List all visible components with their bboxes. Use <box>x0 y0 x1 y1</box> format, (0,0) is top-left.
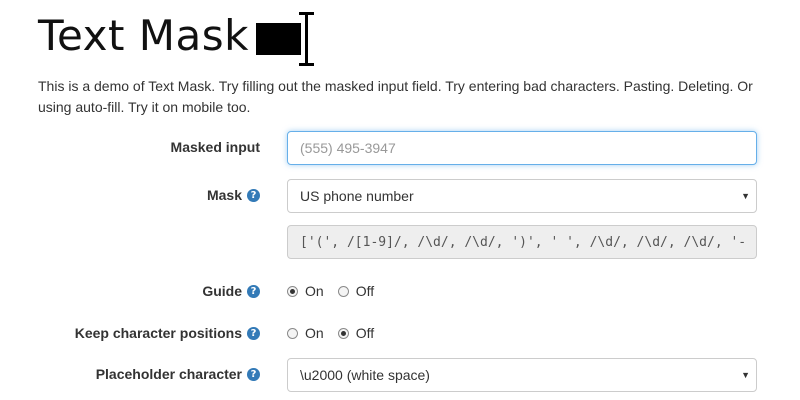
keep-positions-label: Keep character positions ? <box>75 325 260 341</box>
mask-code-row: ['(', /[1-9]/, /\d/, /\d/, ')', ' ', /\d… <box>0 225 800 259</box>
mask-code-field[interactable]: ['(', /[1-9]/, /\d/, /\d/, ')', ' ', /\d… <box>287 225 757 259</box>
radio-unchecked-icon[interactable] <box>337 285 349 297</box>
text-cursor-icon <box>253 8 317 66</box>
page-title: Text Mask <box>38 11 249 60</box>
placeholder-char-label: Placeholder character ? <box>96 366 260 382</box>
guide-radio-off[interactable]: Off <box>337 283 374 299</box>
keep-positions-radio-group: On Off <box>287 325 388 341</box>
placeholder-char-value: \u2000 (white space) <box>300 367 430 383</box>
help-icon[interactable]: ? <box>247 326 260 340</box>
header: Text Mask <box>38 8 317 66</box>
placeholder-char-row: Placeholder character ? \u2000 (white sp… <box>0 358 800 392</box>
chevron-down-icon: ▼ <box>741 370 750 380</box>
mask-select[interactable]: US phone number ▼ <box>287 179 757 213</box>
masked-input-field[interactable]: (555) 495-3947 <box>287 131 757 165</box>
placeholder-char-select[interactable]: \u2000 (white space) ▼ <box>287 358 757 392</box>
keep-positions-radio-off[interactable]: Off <box>337 325 374 341</box>
help-icon[interactable]: ? <box>247 284 260 298</box>
keep-positions-row: Keep character positions ? On Off <box>0 323 800 343</box>
chevron-down-icon: ▼ <box>741 191 750 201</box>
guide-row: Guide ? On Off <box>0 281 800 301</box>
guide-radio-on[interactable]: On <box>287 283 324 299</box>
page: Text Mask This is a demo of Text Mask. T… <box>0 0 800 400</box>
masked-input-label: Masked input <box>170 139 260 155</box>
radio-checked-icon[interactable] <box>287 285 298 297</box>
keep-positions-radio-on[interactable]: On <box>287 325 324 341</box>
mask-row: Mask ? US phone number ▼ <box>0 179 800 213</box>
radio-checked-icon[interactable] <box>337 327 349 339</box>
mask-code-text: ['(', /[1-9]/, /\d/, /\d/, ')', ' ', /\d… <box>300 234 747 250</box>
intro-text: This is a demo of Text Mask. Try filling… <box>38 78 753 115</box>
guide-radio-group: On Off <box>287 283 388 299</box>
masked-input-placeholder: (555) 495-3947 <box>300 140 396 156</box>
mask-block-icon <box>255 23 301 55</box>
guide-label: Guide ? <box>202 283 260 299</box>
mask-label: Mask ? <box>207 187 260 203</box>
help-icon[interactable]: ? <box>247 367 260 381</box>
radio-unchecked-icon[interactable] <box>287 327 298 339</box>
mask-select-value: US phone number <box>300 188 414 204</box>
masked-input-row: Masked input (555) 495-3947 <box>0 131 800 165</box>
help-icon[interactable]: ? <box>247 188 260 202</box>
